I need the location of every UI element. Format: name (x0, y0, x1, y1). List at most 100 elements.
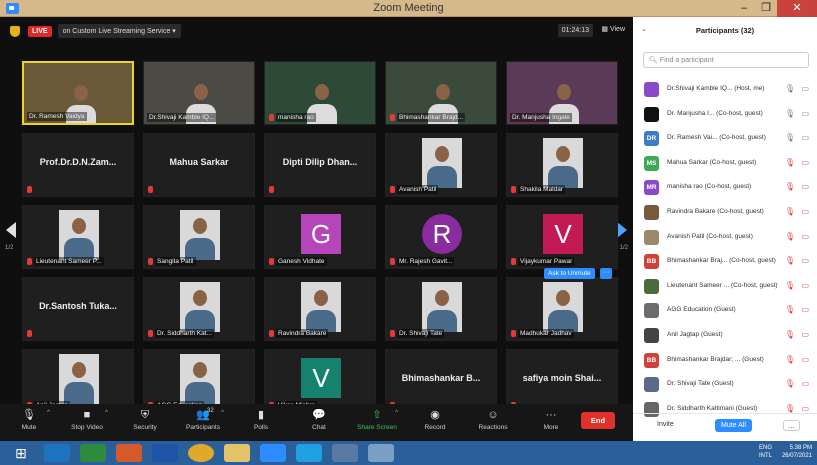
mic-muted-icon[interactable]: 🎙︎ (785, 158, 795, 167)
participant-row[interactable]: Anil Jagtap (Guest) 🎙︎ ▭ (633, 323, 817, 348)
mic-icon[interactable]: 🎙︎ (785, 133, 795, 142)
end-meeting-button[interactable]: End (581, 412, 615, 429)
more-button[interactable]: ··· More (522, 404, 580, 441)
chat-button[interactable]: 💬 Chat (290, 404, 348, 441)
ask-to-unmute-button[interactable]: Ask to Unmute (544, 268, 595, 279)
next-page-arrow-icon[interactable] (617, 222, 627, 238)
participant-row[interactable]: Dr. Manjusha I... (Co-host, guest) 🎙︎ ▭ (633, 102, 817, 127)
participant-row[interactable]: MS Mahua Sarkar (Co-host, guest) 🎙︎ ▭ (633, 151, 817, 176)
view-button[interactable]: ▦ View (601, 25, 625, 33)
video-tile[interactable]: Shakila Maldar (506, 133, 618, 197)
live-stream-dropdown[interactable]: on Custom Live Streaming Service ▾ (57, 24, 181, 38)
camera-off-icon[interactable]: ▭ (801, 232, 809, 241)
mic-muted-icon[interactable]: 🎙︎ (785, 256, 795, 265)
video-tile[interactable]: Dr. Ramesh Vaidya (22, 61, 134, 125)
camera-off-icon[interactable]: ▭ (801, 158, 809, 167)
camera-off-icon[interactable]: ▭ (801, 207, 809, 216)
mic-muted-icon[interactable]: 🎙︎ (785, 330, 795, 339)
chevron-up-icon[interactable]: ^ (395, 410, 398, 416)
tile-more-button[interactable]: ··· (600, 268, 612, 279)
maximize-button[interactable]: ❐ (755, 0, 777, 17)
participant-row[interactable]: DR Dr. Ramesh Vai... (Co-host, guest) 🎙︎ ▭ (633, 126, 817, 151)
participants-button[interactable]: 👥 32 ^ Participants (174, 404, 232, 441)
security-shield-icon[interactable] (10, 25, 20, 37)
participant-row[interactable]: MR manisha rao (Co-host, guest) 🎙︎ ▭ (633, 175, 817, 200)
chrome-icon[interactable] (188, 444, 214, 462)
mic-muted-icon[interactable]: 🎙︎ (785, 207, 795, 216)
mic-icon[interactable]: 🎙︎ (785, 84, 795, 93)
reactions-button[interactable]: ☺ Reactions (464, 404, 522, 441)
participant-row[interactable]: Lieutenant Sameer ... (Co-host, guest) 🎙︎… (633, 274, 817, 299)
participant-row[interactable]: BB Bhimashankar Braj... (Co-host, guest) 🎙… (633, 249, 817, 274)
video-tile[interactable]: Bhimashankar Brajd... (385, 61, 497, 125)
ie-browser-icon[interactable] (44, 444, 70, 462)
chevron-up-icon[interactable]: ^ (47, 410, 50, 416)
video-tile[interactable]: Dr.Santosh Tuka... (22, 277, 134, 341)
chevron-up-icon[interactable]: ^ (105, 410, 108, 416)
participant-row[interactable]: Avanish Patil (Co-host, guest) 🎙︎ ▭ (633, 225, 817, 250)
video-tile[interactable]: Dr. Shivaji Tate (385, 277, 497, 341)
mute-all-button[interactable]: Mute All (715, 419, 752, 432)
security-button[interactable]: ⛨ Security (116, 404, 174, 441)
video-tile[interactable]: Lieutenant Sameer P... (22, 205, 134, 269)
video-tile[interactable]: Dr. Siddharth Kat... (143, 277, 255, 341)
camera-icon[interactable]: ▭ (801, 84, 809, 93)
close-button[interactable]: ✕ (777, 0, 817, 17)
record-button[interactable]: ◉ Record (406, 404, 464, 441)
mic-muted-icon[interactable]: 🎙︎ (785, 182, 795, 191)
participant-row[interactable]: Dr. Shivaji Tate (Guest) 🎙︎ ▭ (633, 372, 817, 397)
participant-row[interactable]: BB Bhimashankar Brajdar; ... (Guest) 🎙︎ ▭ (633, 348, 817, 373)
video-tile[interactable]: Madhukar Jadhav (506, 277, 618, 341)
mic-muted-icon[interactable]: 🎙︎ (785, 232, 795, 241)
excel-icon[interactable] (80, 444, 106, 462)
video-tile[interactable]: Mahua Sarkar (143, 133, 255, 197)
skype-icon[interactable] (296, 444, 322, 462)
video-tile[interactable]: Sangita Patil (143, 205, 255, 269)
camera-off-icon[interactable]: ▭ (801, 281, 809, 290)
video-tile[interactable]: Ravindra Bakare (264, 277, 376, 341)
camera-icon[interactable]: ▭ (801, 109, 809, 118)
mic-muted-icon[interactable]: 🎙︎ (785, 305, 795, 314)
mic-muted-icon[interactable]: 🎙︎ (785, 355, 795, 364)
camera-off-icon[interactable]: ▭ (801, 404, 809, 413)
camera-off-icon[interactable]: ▭ (801, 305, 809, 314)
word-icon[interactable] (152, 444, 178, 462)
app-icon[interactable] (368, 444, 394, 462)
minimize-button[interactable]: – (733, 0, 755, 17)
mic-muted-icon[interactable]: 🎙︎ (785, 281, 795, 290)
stop-video-button[interactable]: ■ ^ Stop Video (58, 404, 116, 441)
mute-button[interactable]: 🎙 ^ Mute (0, 404, 58, 441)
previous-page-arrow-icon[interactable] (6, 222, 16, 238)
file-explorer-icon[interactable] (224, 444, 250, 462)
invite-button[interactable]: Invite (657, 421, 674, 428)
camera-icon[interactable]: ▭ (801, 133, 809, 142)
video-tile[interactable]: V Vijaykumar Pawar (506, 205, 618, 269)
video-tile[interactable]: Dr. Manjusha Ingale (506, 61, 618, 125)
share-screen-button[interactable]: ⇧ ^ Share Screen (348, 404, 406, 441)
video-tile[interactable]: Dr.Shivaji Kamble IQ... (143, 61, 255, 125)
panel-more-button[interactable]: ... (783, 420, 800, 431)
mic-muted-icon[interactable]: 🎙︎ (785, 404, 795, 413)
mic-muted-icon[interactable]: 🎙︎ (785, 379, 795, 388)
video-tile[interactable]: manisha rao (264, 61, 376, 125)
video-tile[interactable]: Dipti Dilip Dhan... (264, 133, 376, 197)
chevron-up-icon[interactable]: ^ (221, 410, 224, 416)
video-tile[interactable]: G Ganesh Vidhate (264, 205, 376, 269)
camera-off-icon[interactable]: ▭ (801, 330, 809, 339)
polls-button[interactable]: ▮ Polls (232, 404, 290, 441)
media-player-icon[interactable] (332, 444, 358, 462)
video-tile[interactable]: R Mr. Rajesh Gavit... (385, 205, 497, 269)
video-tile[interactable]: Avanish Patil (385, 133, 497, 197)
camera-off-icon[interactable]: ▭ (801, 256, 809, 265)
camera-off-icon[interactable]: ▭ (801, 182, 809, 191)
video-tile[interactable]: Prof.Dr.D.N.Zam... (22, 133, 134, 197)
participant-row[interactable]: Dr.Shivaji Kamble IQ... (Host, me) 🎙︎ ▭ (633, 77, 817, 102)
camera-off-icon[interactable]: ▭ (801, 379, 809, 388)
paint-icon[interactable] (116, 444, 142, 462)
participant-row[interactable]: AGG Education (Guest) 🎙︎ ▭ (633, 298, 817, 323)
mic-icon[interactable]: 🎙︎ (785, 109, 795, 118)
participant-search-input[interactable]: 🔍︎ Find a participant (643, 52, 809, 68)
camera-off-icon[interactable]: ▭ (801, 355, 809, 364)
windows-start-icon[interactable]: ⊞ (8, 444, 34, 462)
zoom-taskbar-icon[interactable] (260, 444, 286, 462)
